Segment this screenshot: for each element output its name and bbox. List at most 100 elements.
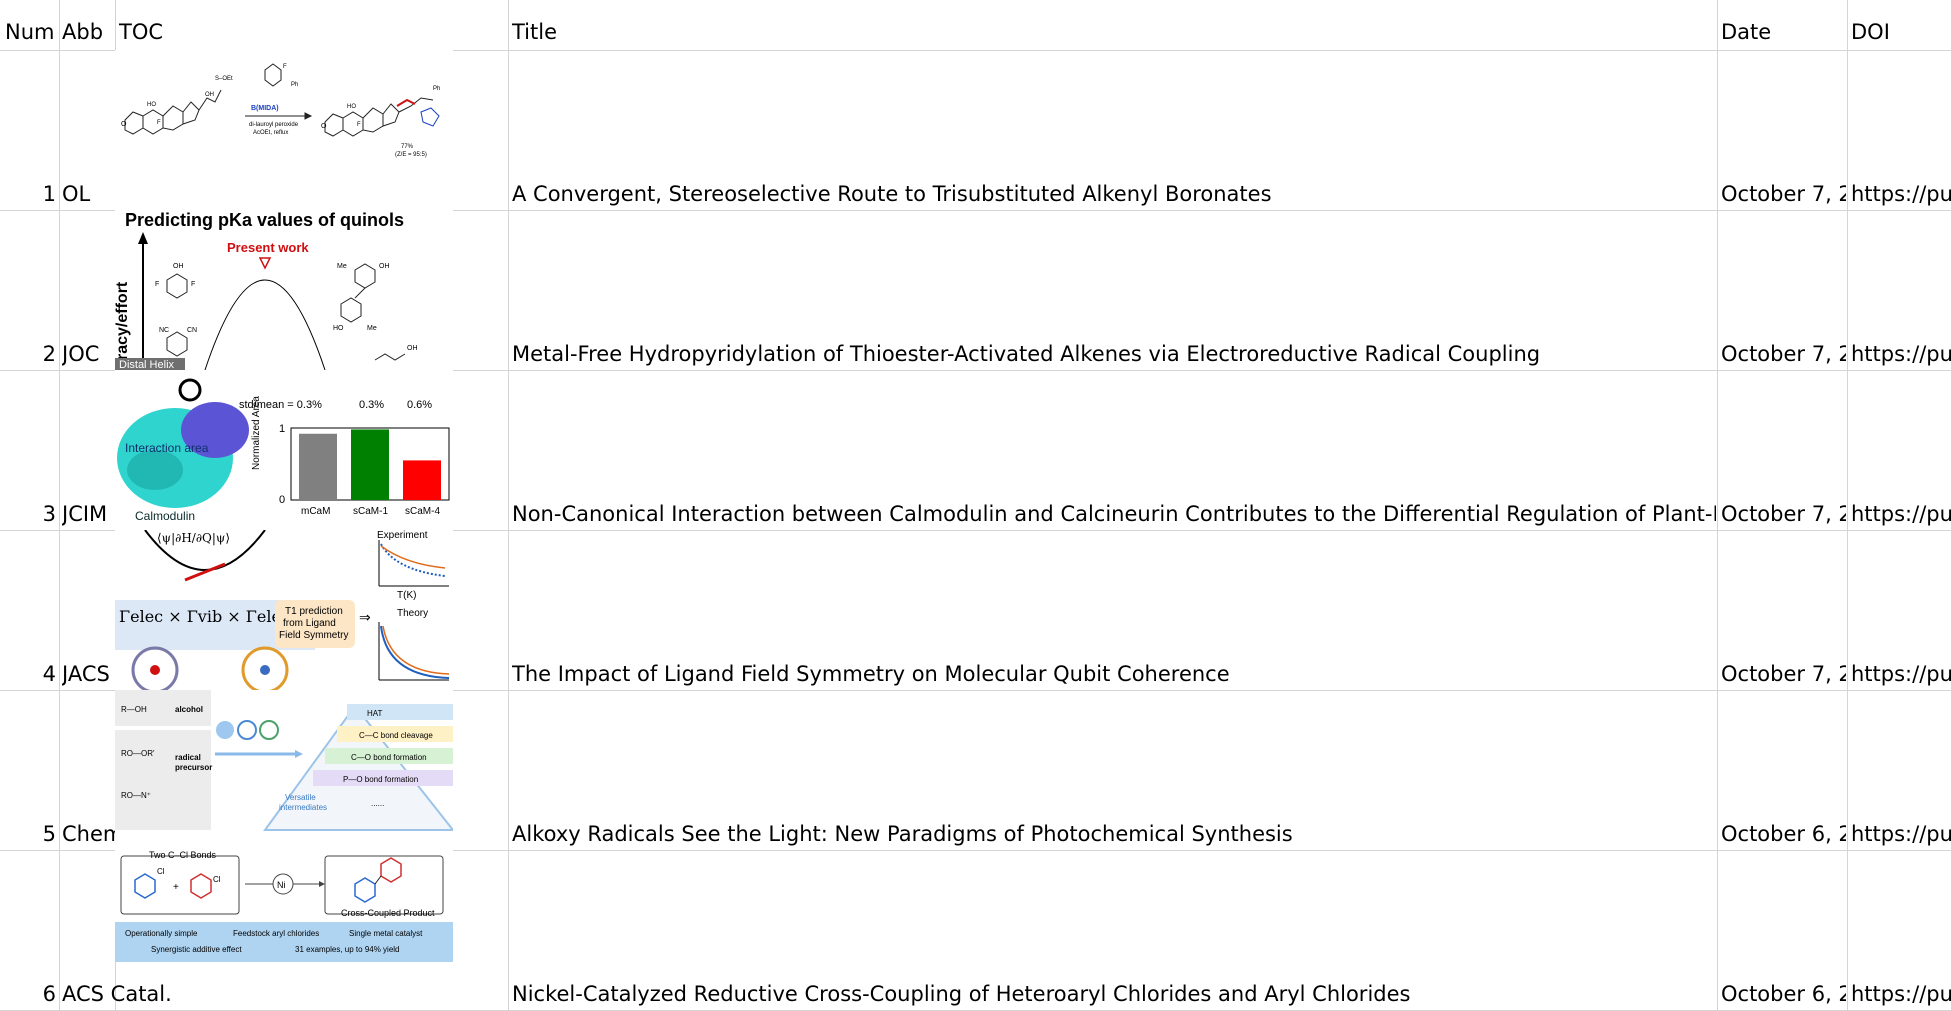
- cell-date[interactable]: October 6, 2: [1721, 982, 1846, 1006]
- atom-label: Ph: [291, 82, 298, 88]
- cell-date[interactable]: October 7, 2: [1721, 342, 1846, 366]
- cell-doi[interactable]: https://pu: [1851, 662, 1951, 686]
- bar-label: sCaM-4: [405, 506, 440, 517]
- cell-date[interactable]: October 7, 2: [1721, 662, 1846, 686]
- col-divider: [1847, 0, 1848, 1011]
- bar-group: mCaM sCaM-1 sCaM-4: [299, 429, 441, 517]
- radical-label: radical: [175, 753, 201, 762]
- cell-abb[interactable]: JOC: [62, 342, 114, 366]
- bar-sCaM-4: [403, 460, 441, 500]
- arrow-symbol: ⇒: [359, 609, 371, 625]
- cell-doi[interactable]: https://pu: [1851, 342, 1951, 366]
- cell-title[interactable]: Metal-Free Hydropyridylation of Thioeste…: [512, 342, 1716, 366]
- cell-num[interactable]: 6: [0, 982, 56, 1006]
- atom-label: OH: [173, 263, 184, 270]
- y-tick-label: 0: [279, 494, 285, 506]
- equation-label: ⟨ψ|∂H/∂Q|ψ⟩: [157, 531, 230, 545]
- cell-doi[interactable]: https://pu: [1851, 822, 1951, 846]
- cell-abb[interactable]: JCIM: [62, 502, 114, 526]
- atom-label: F: [283, 64, 287, 70]
- atom-label: F: [157, 120, 161, 126]
- header-toc[interactable]: TOC: [119, 20, 507, 44]
- toc-image-4[interactable]: ⟨ψ|∂H/∂Q|ψ⟩ Γelec × Γvib × Γelec ⇒ T1 pr…: [115, 530, 453, 690]
- atom-label: S–OEt: [215, 76, 233, 82]
- atom-label: F: [191, 281, 195, 288]
- cell-num[interactable]: 1: [0, 182, 56, 206]
- header-abb[interactable]: Abb: [62, 20, 114, 44]
- cell-num[interactable]: 4: [0, 662, 56, 686]
- area-label: Interaction area: [125, 441, 209, 455]
- atom-label: F: [357, 122, 361, 128]
- present-work-label: Present work: [227, 240, 309, 255]
- y-tick-label: 1: [279, 423, 285, 435]
- atom-label: OH: [205, 92, 214, 98]
- header-date[interactable]: Date: [1721, 20, 1846, 44]
- atom-label: OH: [407, 345, 418, 352]
- graphic-title: Predicting pKa values of quinols: [125, 210, 404, 230]
- alkoxy-graphic: R—OH alcohol RO—OR' radical precursor RO…: [115, 690, 453, 831]
- cell-doi[interactable]: https://pu: [1851, 182, 1951, 206]
- header-num[interactable]: Num: [5, 20, 59, 44]
- structure-label: RO—N⁺: [121, 791, 151, 800]
- cell-num[interactable]: 2: [0, 342, 56, 366]
- cell-title[interactable]: The Impact of Ligand Field Symmetry on M…: [512, 662, 1716, 686]
- cell-doi[interactable]: https://pu: [1851, 502, 1951, 526]
- spreadsheet: Num Abb TOC Title Date DOI 1 OL A Conver…: [0, 0, 1951, 1011]
- bar-label: mCaM: [301, 506, 330, 517]
- versatile-label: Versatile: [285, 793, 316, 802]
- po-label: P—O bond formation: [343, 775, 418, 784]
- cell-num[interactable]: 3: [0, 502, 56, 526]
- tk-label: T(K): [397, 590, 416, 601]
- cell-doi[interactable]: https://pu: [1851, 982, 1951, 1006]
- structure-label: RO—OR': [121, 749, 155, 758]
- toc-image-3[interactable]: Interaction area Calmodulin std/mean = 0…: [115, 370, 453, 530]
- cell-abb[interactable]: JACS: [62, 662, 114, 686]
- col-divider: [508, 0, 509, 1011]
- col-divider: [1717, 0, 1718, 1011]
- ni-label: Ni: [277, 880, 286, 890]
- header-title[interactable]: Title: [512, 20, 1716, 44]
- protein-label: Calmodulin: [135, 509, 195, 523]
- pka-graphic: Predicting pKa values of quinols racy/ef…: [115, 210, 418, 370]
- header-doi[interactable]: DOI: [1851, 20, 1951, 44]
- atom-label: HO: [147, 102, 156, 108]
- condition-label: AcOEt, reflux: [253, 130, 288, 136]
- axis-label: racy/effort: [115, 281, 131, 360]
- cell-abb[interactable]: OL: [62, 182, 114, 206]
- y-axis-label: Normalized Area: [251, 396, 262, 470]
- alcohol-label: alcohol: [175, 705, 203, 714]
- toc-image-5[interactable]: R—OH alcohol RO—OR' radical precursor RO…: [115, 690, 453, 850]
- cell-title[interactable]: Non-Canonical Interaction between Calmod…: [512, 502, 1716, 526]
- atom-label: NC: [159, 327, 169, 334]
- prediction-label: Field Symmetry: [279, 630, 348, 641]
- cell-date[interactable]: October 6, 2: [1721, 822, 1846, 846]
- feature-label: Synergistic additive effect: [151, 945, 242, 954]
- feature-label: 31 examples, up to 94% yield: [295, 945, 400, 954]
- prediction-label: T1 prediction: [285, 606, 343, 617]
- cell-title[interactable]: Nickel-Catalyzed Reductive Cross-Couplin…: [512, 982, 1716, 1006]
- cell-date[interactable]: October 7, 2: [1721, 502, 1846, 526]
- toc-image-2[interactable]: Predicting pKa values of quinols racy/ef…: [115, 210, 453, 370]
- co-label: C—O bond formation: [351, 753, 427, 762]
- atom-label: Cl: [157, 867, 165, 876]
- yield-label: 77%: [401, 144, 414, 150]
- cell-title[interactable]: A Convergent, Stereoselective Route to T…: [512, 182, 1716, 206]
- cell-title[interactable]: Alkoxy Radicals See the Light: New Parad…: [512, 822, 1716, 846]
- precursor-label: precursor: [175, 763, 212, 772]
- std-label: 0.6%: [407, 399, 432, 411]
- atom-label: Me: [337, 263, 347, 270]
- hat-label: HAT: [367, 709, 383, 718]
- bar-label: sCaM-1: [353, 506, 388, 517]
- cell-num[interactable]: 5: [0, 822, 56, 846]
- helix-label: Distal Helix: [119, 359, 175, 370]
- toc-image-6[interactable]: Two C–Cl Bonds + Cl Cl Ni Cross-Coupled …: [115, 850, 453, 962]
- std-label: 0.3%: [359, 399, 384, 411]
- ratio-label: (Z/E = 95:5): [395, 152, 427, 158]
- cell-abb[interactable]: ACS Catal.: [62, 982, 182, 1006]
- cell-date[interactable]: October 7, 2: [1721, 182, 1846, 206]
- qubit-graphic: ⟨ψ|∂H/∂Q|ψ⟩ Γelec × Γvib × Γelec ⇒ T1 pr…: [115, 530, 450, 690]
- calmodulin-graphic: Interaction area Calmodulin std/mean = 0…: [117, 378, 450, 523]
- atom-label: F: [155, 281, 159, 288]
- structure-label: R—OH: [121, 705, 147, 714]
- toc-image-1[interactable]: O HO F OH S–OEt F Ph B(MIDA) di-lauroyl …: [115, 50, 453, 210]
